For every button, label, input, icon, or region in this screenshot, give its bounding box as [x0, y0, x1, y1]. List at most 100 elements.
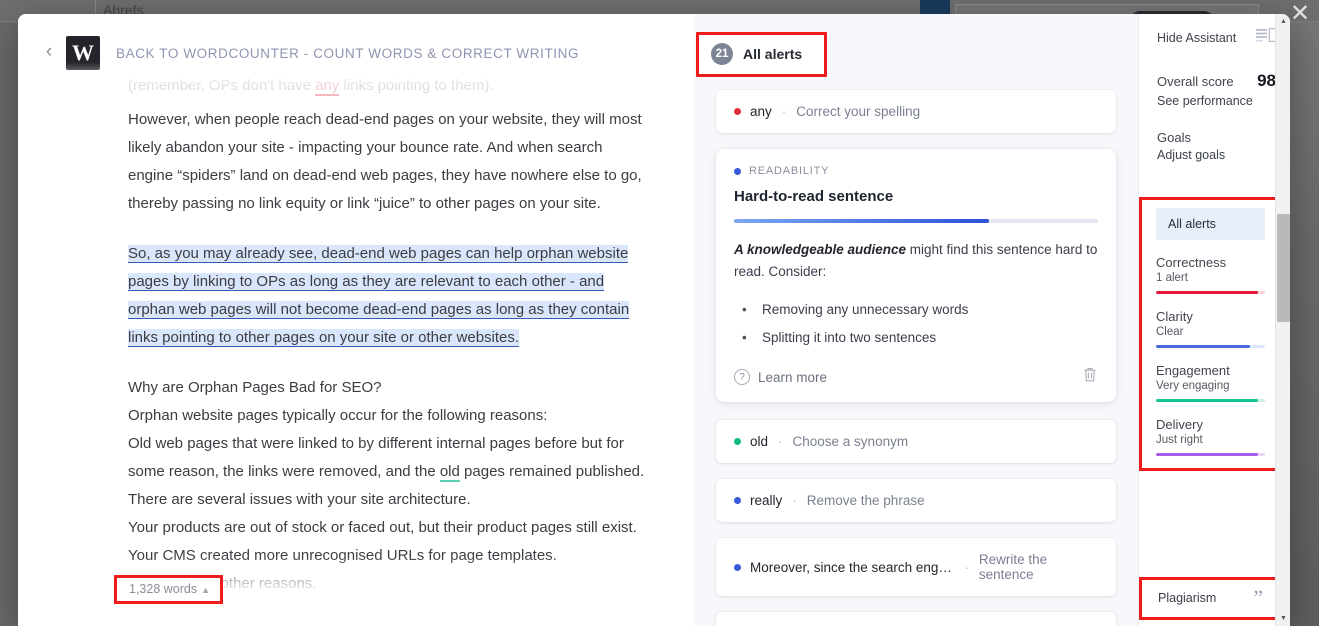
vertical-scrollbar[interactable]: ▲ ▼ — [1275, 14, 1290, 626]
learn-more-label: Learn more — [758, 370, 827, 385]
word-count-button[interactable]: 1,328 words▲ — [129, 582, 210, 596]
alert-action: Remove the phrase — [807, 493, 925, 508]
back-to-wordcounter-link[interactable]: BACK TO WORDCOUNTER - COUNT WORDS & CORR… — [116, 46, 579, 61]
paragraph-spacer — [128, 352, 650, 374]
hide-assistant-label: Hide Assistant — [1157, 31, 1236, 45]
readability-description: A knowledgeable audience might find this… — [734, 239, 1098, 283]
adjust-goals-link[interactable]: Adjust goals — [1157, 148, 1276, 162]
overall-score-value: 98 — [1257, 71, 1276, 91]
document-body[interactable]: (remember, OPs don't have any links poin… — [18, 14, 694, 626]
readability-footer: ? Learn more — [734, 366, 1098, 388]
synonym-flagged-word[interactable]: old — [440, 463, 460, 482]
document-line-reason-1: Old web pages that were linked to by dif… — [128, 430, 650, 486]
alert-card-remove-phrase[interactable]: really · Remove the phrase — [716, 479, 1116, 522]
category-progress-bar — [1156, 453, 1265, 456]
sidebar-item-clarity[interactable]: Clarity Clear — [1156, 309, 1265, 348]
learn-more-link[interactable]: ? Learn more — [734, 369, 827, 385]
readability-suggestion: Removing any unnecessary words — [734, 296, 1098, 324]
alert-action: Rewrite the sentence — [979, 552, 1098, 582]
readability-progress-track — [734, 219, 1098, 223]
scrollbar-thumb[interactable] — [1277, 214, 1290, 322]
alert-card-rewrite-1[interactable]: Moreover, since the search engine... · R… — [716, 538, 1116, 596]
readability-progress-fill — [734, 219, 989, 223]
alert-card-rewrite-2[interactable]: be done · Rewrite the sentence — [716, 612, 1116, 626]
sidebar-item-correctness[interactable]: Correctness 1 alert — [1156, 255, 1265, 294]
alert-severity-dot — [734, 497, 741, 504]
document-line-heading: Why are Orphan Pages Bad for SEO? — [128, 374, 650, 402]
alert-separator: · — [782, 104, 787, 119]
alert-severity-dot — [734, 108, 741, 115]
category-name: Delivery — [1156, 417, 1265, 432]
hide-assistant-button[interactable]: Hide Assistant — [1157, 28, 1276, 47]
document-line-reason-2: There are several issues with your site … — [128, 486, 650, 514]
category-progress-fill — [1156, 291, 1258, 294]
category-status: Clear — [1156, 326, 1265, 338]
category-name: Engagement — [1156, 363, 1265, 378]
plagiarism-highlight[interactable]: Plagiarism ” — [1139, 577, 1282, 620]
alert-card-synonym[interactable]: old · Choose a synonym — [716, 420, 1116, 463]
readability-category: READABILITY — [749, 165, 829, 177]
readability-suggestion: Splitting it into two sentences — [734, 324, 1098, 352]
readability-card[interactable]: READABILITY Hard-to-read sentence A know… — [716, 149, 1116, 402]
chevron-left-icon[interactable]: ‹ — [40, 42, 58, 64]
category-name: Clarity — [1156, 309, 1265, 324]
alert-word: old — [750, 434, 768, 449]
alert-categories-highlight: All alerts Correctness 1 alert Clarity C… — [1139, 197, 1282, 471]
category-status: 1 alert — [1156, 272, 1265, 284]
plagiarism-label: Plagiarism — [1158, 591, 1216, 605]
alert-word: really — [750, 493, 782, 508]
overall-score-row: Overall score 98 — [1157, 71, 1276, 91]
readability-dot — [734, 168, 741, 175]
word-count-label: 1,328 words — [129, 582, 197, 596]
alert-separator: · — [792, 493, 797, 508]
document-line-intro: Orphan website pages typically occur for… — [128, 402, 650, 430]
category-progress-fill — [1156, 399, 1258, 402]
sidebar-item-delivery[interactable]: Delivery Just right — [1156, 417, 1265, 456]
category-progress-bar — [1156, 291, 1265, 294]
document-selected-paragraph[interactable]: So, as you may already see, dead-end web… — [128, 240, 650, 352]
alert-word: Moreover, since the search engine... — [750, 560, 954, 575]
readability-description-emphasis: A knowledgeable audience — [734, 242, 906, 257]
alert-word: any — [750, 104, 772, 119]
document-line-reason-4: Your CMS created more unrecognised URLs … — [128, 542, 650, 570]
document-header: ‹ W BACK TO WORDCOUNTER - COUNT WORDS & … — [18, 14, 694, 92]
app-logo: W — [66, 36, 100, 70]
word-count-highlight: 1,328 words▲ — [114, 575, 223, 604]
all-alerts-header-highlight: 21 All alerts — [696, 32, 827, 77]
category-progress-bar — [1156, 399, 1265, 402]
overall-score-label: Overall score — [1157, 74, 1234, 89]
triangle-up-icon[interactable]: ▲ — [1276, 14, 1290, 29]
close-icon[interactable]: ✕ — [1287, 2, 1313, 28]
assistant-top: Hide Assistant Overall score 98 See perf… — [1139, 14, 1290, 162]
quote-icon: ” — [1253, 590, 1263, 606]
alert-severity-dot — [734, 438, 741, 445]
readability-category-row: READABILITY — [734, 165, 1098, 177]
sidebar-item-all-alerts[interactable]: All alerts — [1156, 208, 1265, 240]
triangle-down-icon[interactable]: ▼ — [1276, 611, 1290, 626]
question-mark-icon: ? — [734, 369, 750, 385]
readability-suggestions: Removing any unnecessary words Splitting… — [734, 296, 1098, 352]
alert-action: Choose a synonym — [793, 434, 909, 449]
category-name: Correctness — [1156, 255, 1265, 270]
goals-label: Goals — [1157, 130, 1276, 145]
category-progress-fill — [1156, 453, 1258, 456]
document-line-reason-3: Your products are out of stock or faced … — [128, 514, 650, 542]
alert-separator: · — [778, 434, 783, 449]
alerts-count-badge: 21 — [711, 43, 733, 65]
category-status: Very engaging — [1156, 380, 1265, 392]
readability-title: Hard-to-read sentence — [734, 188, 1098, 205]
sidebar-item-engagement[interactable]: Engagement Very engaging — [1156, 363, 1265, 402]
editor-modal: (remember, OPs don't have any links poin… — [18, 14, 1290, 626]
category-progress-bar — [1156, 345, 1265, 348]
all-alerts-header-label[interactable]: All alerts — [743, 46, 802, 62]
alert-separator: · — [964, 560, 969, 575]
alert-action: Correct your spelling — [796, 104, 920, 119]
trash-icon[interactable] — [1082, 366, 1098, 388]
alert-card-spelling[interactable]: any · Correct your spelling — [716, 90, 1116, 133]
alert-severity-dot — [734, 564, 741, 571]
see-performance-link[interactable]: See performance — [1157, 94, 1276, 108]
panel-collapse-icon — [1256, 28, 1276, 47]
document-paragraph: However, when people reach dead-end page… — [128, 106, 650, 218]
category-progress-fill — [1156, 345, 1250, 348]
selected-text: So, as you may already see, dead-end web… — [128, 245, 629, 347]
